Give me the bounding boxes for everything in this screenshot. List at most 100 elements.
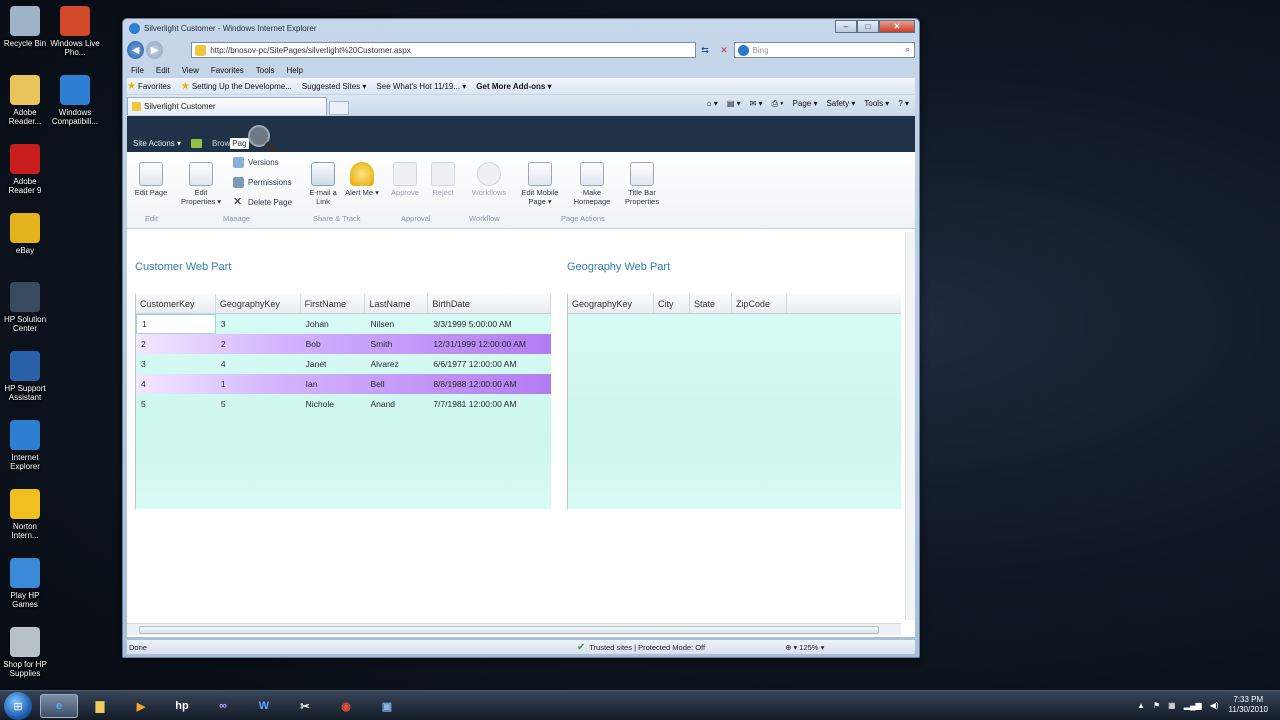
make-homepage-button[interactable]: Make Homepage — [569, 162, 615, 206]
desktop-shortcut[interactable]: Internet Explorer — [0, 418, 50, 487]
email-link-button[interactable]: E-mail a Link — [305, 162, 341, 206]
taskbar-hp[interactable]: hp — [163, 694, 201, 718]
start-button[interactable]: ⊞ — [4, 692, 32, 720]
menu-favorites[interactable]: Favorites — [211, 66, 244, 75]
taskbar-visual-studio[interactable]: ∞ — [204, 694, 242, 718]
table-cell[interactable]: 1 — [136, 314, 216, 334]
taskbar-ie[interactable]: e — [40, 694, 78, 718]
mail-icon[interactable]: ✉ ▾ — [750, 99, 763, 109]
col-first-name[interactable]: FirstName — [301, 294, 366, 313]
permissions-button[interactable]: Permissions — [233, 177, 292, 188]
title-bar[interactable]: Silverlight Customer - Windows Internet … — [123, 19, 919, 37]
zoom-level[interactable]: ⊕ ▾ 125% ▾ — [785, 643, 824, 652]
security-zone[interactable]: ✔ Trusted sites | Protected Mode: Off — [577, 642, 705, 653]
col-geography-key[interactable]: GeographyKey — [216, 294, 301, 313]
table-cell[interactable]: 4 — [136, 374, 216, 394]
forward-button[interactable]: ▶ — [146, 41, 164, 59]
fav-suggested-sites[interactable]: Suggested Sites ▾ — [302, 82, 367, 91]
vertical-scrollbar[interactable] — [905, 232, 915, 620]
menu-view[interactable]: View — [182, 66, 199, 75]
search-input[interactable]: Bing ⌕ — [733, 42, 915, 58]
table-cell[interactable]: 3/3/1999 5:00:00 AM — [428, 314, 551, 334]
show-hidden-icons[interactable]: ▲ — [1137, 701, 1145, 710]
signal-icon[interactable]: ▂▄▆ — [1184, 701, 1202, 710]
delete-page-button[interactable]: ✕ Delete Page — [233, 197, 292, 208]
browse-tab[interactable]: Brow — [212, 139, 230, 148]
scroll-thumb[interactable] — [139, 626, 879, 634]
table-cell[interactable]: Ian — [301, 374, 366, 394]
table-row[interactable]: 5 5 Nichole Anand 7/7/1981 12:00:00 AM — [136, 394, 551, 414]
table-row[interactable]: 1 3 Johan Nilsen 3/3/1999 5:00:00 AM — [136, 314, 551, 334]
maximize-button[interactable]: □ — [857, 20, 879, 33]
table-cell[interactable]: 3 — [216, 314, 301, 334]
clock[interactable]: 7:33 PM 11/30/2010 — [1229, 695, 1268, 715]
menu-edit[interactable]: Edit — [156, 66, 170, 75]
new-tab-button[interactable] — [329, 101, 349, 115]
home-icon[interactable]: ⌂ ▾ — [707, 99, 718, 109]
search-icon[interactable]: ⌕ — [905, 44, 910, 55]
alert-me-button[interactable]: Alert Me ▾ — [345, 162, 379, 197]
table-row[interactable]: 4 1 Ian Bell 8/8/1988 12:00:00 AM — [136, 374, 551, 394]
table-cell[interactable]: 12/31/1999 12:00:00 AM — [428, 334, 551, 354]
minimize-button[interactable]: ‒ — [835, 20, 857, 33]
desktop-shortcut[interactable]: Adobe Reader 9 — [0, 142, 50, 211]
close-button[interactable]: ✕ — [879, 20, 915, 33]
favorites-button[interactable]: ★ Favorites — [127, 81, 171, 92]
edit-properties-button[interactable]: Edit Properties ▾ — [177, 162, 225, 206]
edit-mobile-page-button[interactable]: Edit Mobile Page ▾ — [517, 162, 563, 206]
cmd-tools[interactable]: Tools ▾ — [864, 99, 889, 109]
navigate-up-icon[interactable] — [191, 139, 203, 148]
desktop-shortcut[interactable]: HP Support Assistant — [0, 349, 50, 418]
flag-icon[interactable]: ⚑ — [1153, 701, 1160, 710]
taskbar-app[interactable]: ▣ — [368, 694, 406, 718]
table-cell[interactable]: 3 — [136, 354, 216, 374]
taskbar-tools[interactable]: ✂ — [286, 694, 324, 718]
desktop-shortcut[interactable]: eBay — [0, 211, 50, 280]
table-cell[interactable]: 2 — [136, 334, 216, 354]
desktop-shortcut[interactable]: Windows Live Pho... — [50, 4, 100, 73]
table-cell[interactable]: 2 — [216, 334, 301, 354]
table-cell[interactable]: 5 — [216, 394, 301, 414]
feeds-icon[interactable]: ▤ ▾ — [727, 99, 741, 109]
network-icon[interactable]: ▦ — [1168, 701, 1176, 710]
table-cell[interactable]: Johan — [301, 314, 366, 334]
menu-help[interactable]: Help — [286, 66, 302, 75]
table-cell[interactable]: 8/8/1988 12:00:00 AM — [428, 374, 551, 394]
table-cell[interactable]: 7/7/1981 12:00:00 AM — [428, 394, 551, 414]
reject-button[interactable]: Reject — [427, 162, 459, 197]
horizontal-scrollbar[interactable] — [127, 623, 901, 635]
approve-button[interactable]: Approve — [387, 162, 423, 197]
stop-icon[interactable]: ✕ — [720, 45, 728, 56]
compat-view-icon[interactable]: ⇆ — [701, 45, 709, 56]
col-birth-date[interactable]: BirthDate — [428, 294, 552, 313]
edit-page-button[interactable]: Edit Page — [131, 162, 171, 197]
taskbar-chrome[interactable]: ◉ — [327, 694, 365, 718]
taskbar-explorer[interactable]: ▇ — [81, 694, 119, 718]
table-cell[interactable]: Alvarez — [365, 354, 428, 374]
back-button[interactable]: ◀ — [127, 41, 145, 59]
fav-whats-hot[interactable]: See What's Hot 11/19... ▾ — [376, 82, 466, 91]
cmd-page[interactable]: Page ▾ — [793, 99, 818, 109]
table-cell[interactable]: Janet — [301, 354, 366, 374]
table-row[interactable]: 3 4 Janet Alvarez 6/6/1977 12:00:00 AM — [136, 354, 551, 374]
table-cell[interactable]: Nilsen — [365, 314, 428, 334]
col-state[interactable]: State — [690, 294, 732, 313]
table-cell[interactable]: 4 — [216, 354, 301, 374]
address-bar[interactable]: http://bnosov-pc/SitePages/silverlight%2… — [191, 42, 696, 58]
table-cell[interactable]: 5 — [136, 394, 216, 414]
desktop-shortcut[interactable]: Norton Intern... — [0, 487, 50, 556]
print-icon[interactable]: ⎙ ▾ — [772, 99, 784, 109]
cmd-safety[interactable]: Safety ▾ — [826, 99, 855, 109]
taskbar-word[interactable]: W — [245, 694, 283, 718]
col-zip-code[interactable]: ZipCode — [732, 294, 787, 313]
menu-tools[interactable]: Tools — [256, 66, 275, 75]
site-actions-menu[interactable]: Site Actions ▾ — [133, 139, 181, 148]
col-geo-key[interactable]: GeographyKey — [568, 294, 654, 313]
title-bar-properties-button[interactable]: Title Bar Properties — [619, 162, 665, 206]
fav-link-setup[interactable]: ★ Setting Up the Developme... — [181, 81, 292, 92]
desktop-shortcut[interactable]: Shop for HP Supplies — [0, 625, 50, 694]
table-cell[interactable]: Bell — [365, 374, 428, 394]
desktop-shortcut[interactable]: HP Solution Center — [0, 280, 50, 349]
table-cell[interactable]: 1 — [216, 374, 301, 394]
table-cell[interactable]: 6/6/1977 12:00:00 AM — [428, 354, 551, 374]
